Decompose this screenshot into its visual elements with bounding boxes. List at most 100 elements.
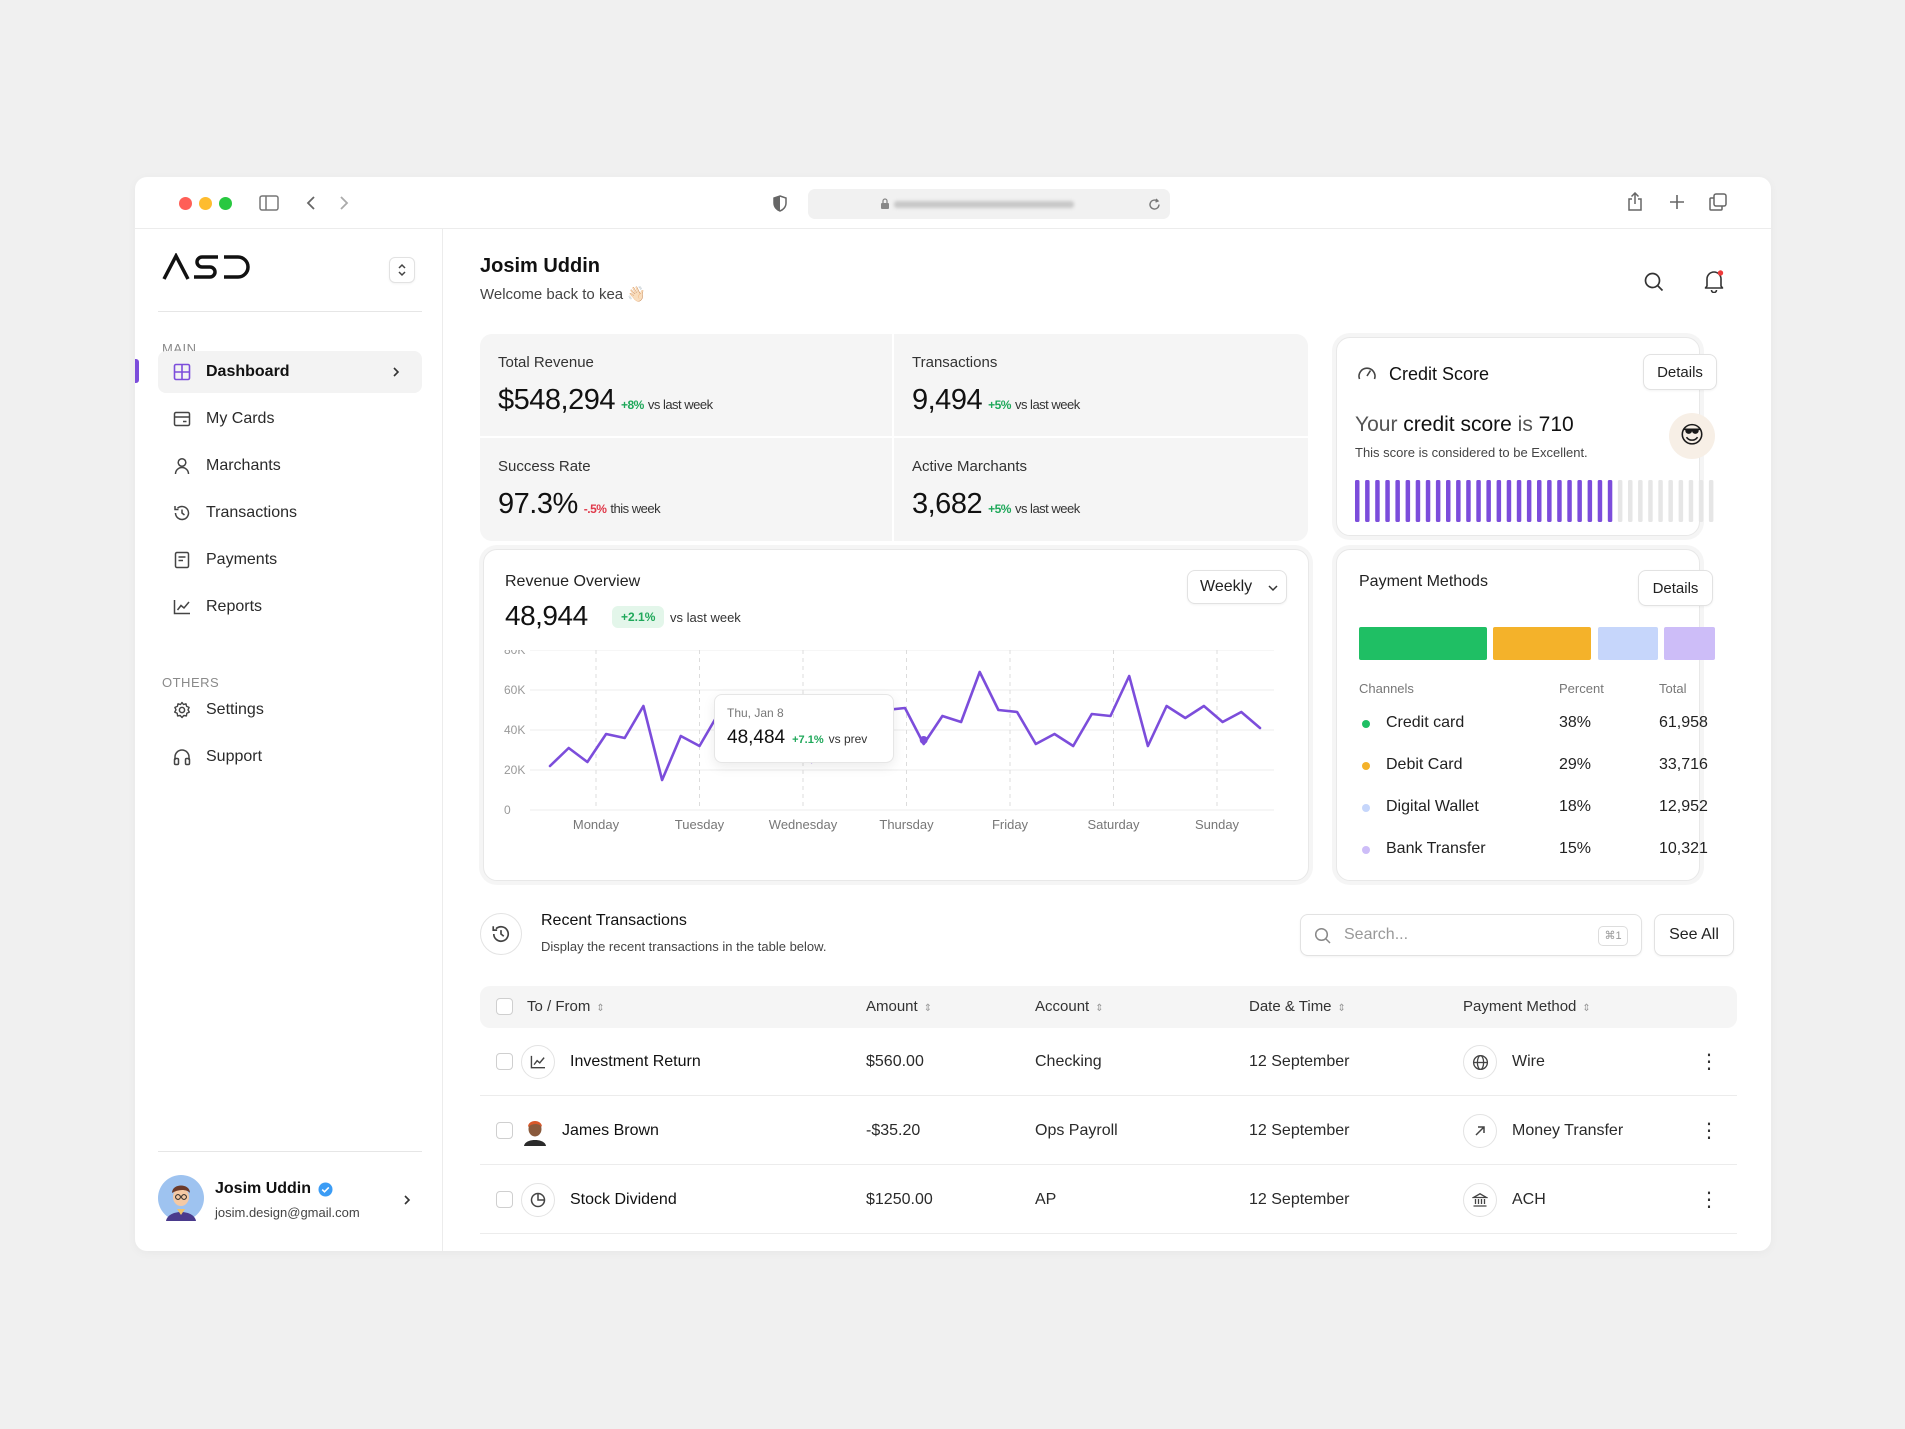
minimize-window-button[interactable] bbox=[199, 197, 212, 210]
score-meter-bar bbox=[1385, 480, 1390, 522]
sidebar-item-my-cards[interactable]: My Cards bbox=[158, 398, 422, 440]
row-checkbox[interactable] bbox=[496, 1053, 513, 1070]
sidebar-item-label: Reports bbox=[206, 598, 263, 615]
score-meter-bar bbox=[1405, 480, 1411, 522]
channel-name: Digital Wallet bbox=[1386, 798, 1479, 815]
row-checkbox[interactable] bbox=[496, 1191, 513, 1208]
credit-score-title: Credit Score bbox=[1389, 364, 1490, 384]
row-account: Checking bbox=[1035, 1053, 1102, 1070]
bell-icon[interactable] bbox=[1703, 269, 1725, 293]
table-row[interactable]: Investment Return $560.00 Checking 12 Se… bbox=[480, 1028, 1737, 1096]
close-window-button[interactable] bbox=[179, 197, 192, 210]
sidebar-item-settings[interactable]: Settings bbox=[158, 689, 422, 731]
sidebar-item-marchants[interactable]: Marchants bbox=[158, 445, 422, 487]
score-meter-bar bbox=[1456, 480, 1461, 522]
y-tick-label: 60K bbox=[504, 683, 525, 697]
asd-logo[interactable] bbox=[162, 253, 252, 281]
row-checkbox[interactable] bbox=[496, 1122, 513, 1139]
channel-name: Bank Transfer bbox=[1386, 840, 1486, 857]
stat-card-success-rate: Success Rate 97.3% -.5% this week bbox=[480, 438, 892, 541]
revenue-overview-card: Revenue Overview 48,944 +2.1% vs last we… bbox=[483, 549, 1309, 881]
profile-card[interactable]: Josim Uddin josim.design@gmail.com bbox=[158, 1169, 422, 1229]
sidebar: MAIN Dashboard My Cards Marchants Transa… bbox=[135, 229, 443, 1251]
bank-icon bbox=[1472, 1193, 1488, 1207]
legend-dot bbox=[1362, 846, 1370, 854]
search-icon[interactable] bbox=[1643, 271, 1665, 293]
share-icon[interactable] bbox=[1627, 192, 1643, 212]
row-more-icon[interactable]: ⋮ bbox=[1699, 1166, 1719, 1234]
grid-icon bbox=[173, 363, 191, 381]
tooltip-date: Thu, Jan 8 bbox=[727, 706, 784, 720]
legend-dot bbox=[1362, 804, 1370, 812]
shield-icon[interactable] bbox=[773, 195, 787, 212]
new-tab-icon[interactable] bbox=[1669, 194, 1685, 210]
score-meter-bar bbox=[1617, 480, 1623, 522]
forward-icon[interactable] bbox=[338, 195, 350, 211]
column-header-date-time[interactable]: Date & Time ⇕ bbox=[1249, 986, 1346, 1028]
score-meter-bar bbox=[1395, 480, 1400, 522]
column-header-payment-method[interactable]: Payment Method ⇕ bbox=[1463, 986, 1591, 1028]
stat-sub: this week bbox=[610, 501, 661, 516]
sort-icon: ⇕ bbox=[1095, 1003, 1104, 1014]
column-label: To / From bbox=[527, 998, 591, 1015]
score-meter-bar bbox=[1486, 480, 1491, 522]
period-select[interactable]: Weekly bbox=[1187, 570, 1287, 604]
score-meter-bar bbox=[1446, 480, 1451, 522]
row-more-icon[interactable]: ⋮ bbox=[1699, 1028, 1719, 1096]
table-row[interactable]: Stock Dividend $1250.00 AP 12 September … bbox=[480, 1166, 1737, 1234]
table-header: To / From ⇕ Amount ⇕ Account ⇕ Date & Time ⇕… bbox=[480, 986, 1737, 1028]
payment-segment bbox=[1493, 627, 1592, 660]
sidebar-toggle-icon[interactable] bbox=[259, 195, 279, 211]
back-icon[interactable] bbox=[305, 195, 317, 211]
highlight-point[interactable] bbox=[919, 736, 928, 744]
reload-icon[interactable] bbox=[1148, 198, 1161, 211]
channel-percent: 38% bbox=[1559, 714, 1592, 731]
stat-title: Active Marchants bbox=[912, 458, 1028, 475]
score-meter-bar bbox=[1698, 480, 1704, 522]
revenue-delta-badge: +2.1% bbox=[612, 606, 665, 628]
stat-value: $548,294 bbox=[498, 384, 615, 416]
legend-dot bbox=[1362, 762, 1370, 770]
credit-details-button[interactable]: Details bbox=[1643, 354, 1717, 390]
row-more-icon[interactable]: ⋮ bbox=[1699, 1097, 1719, 1165]
credit-score-line: Your credit score is 710 bbox=[1355, 413, 1574, 437]
user-icon bbox=[174, 457, 190, 475]
globe-icon bbox=[1472, 1054, 1488, 1070]
select-all-checkbox[interactable] bbox=[496, 998, 513, 1015]
stat-card-transactions: Transactions 9,494 +5% vs last week bbox=[894, 334, 1308, 436]
column-header-to-from[interactable]: To / From ⇕ bbox=[527, 986, 605, 1028]
stat-value: 9,494 bbox=[912, 384, 983, 416]
score-meter-bar bbox=[1476, 480, 1481, 522]
payment-segment bbox=[1597, 627, 1659, 660]
score-meter-bar bbox=[1557, 480, 1562, 522]
sidebar-item-payments[interactable]: Payments bbox=[158, 539, 422, 581]
column-header-amount[interactable]: Amount ⇕ bbox=[866, 986, 932, 1028]
maximize-window-button[interactable] bbox=[219, 197, 232, 210]
address-bar[interactable] bbox=[808, 189, 1170, 219]
sidebar-item-support[interactable]: Support bbox=[158, 736, 422, 778]
workspace-switcher-button[interactable] bbox=[389, 257, 415, 283]
chevron-up-down-icon bbox=[398, 263, 406, 277]
score-meter-bar bbox=[1355, 480, 1360, 522]
sidebar-item-label: Dashboard bbox=[206, 363, 290, 380]
sidebar-item-reports[interactable]: Reports bbox=[158, 586, 422, 628]
row-method: Money Transfer bbox=[1512, 1122, 1624, 1139]
sidebar-item-transactions[interactable]: Transactions bbox=[158, 492, 422, 534]
row-amount: $560.00 bbox=[866, 1053, 924, 1070]
search-field[interactable]: Search... ⌘1 bbox=[1300, 914, 1642, 956]
channel-name: Debit Card bbox=[1386, 756, 1463, 773]
tabs-overview-icon[interactable] bbox=[1709, 193, 1727, 211]
row-name: Investment Return bbox=[570, 1053, 701, 1070]
method-icon-badge bbox=[1463, 1114, 1497, 1148]
sidebar-item-dashboard[interactable]: Dashboard bbox=[158, 351, 422, 393]
column-header-account[interactable]: Account ⇕ bbox=[1035, 986, 1104, 1028]
method-icon-badge bbox=[1463, 1183, 1497, 1217]
row-account: Ops Payroll bbox=[1035, 1122, 1118, 1139]
sort-icon: ⇕ bbox=[1582, 1003, 1591, 1014]
tooltip-value: 48,484 bbox=[727, 727, 786, 748]
score-meter-bar bbox=[1537, 480, 1542, 522]
payment-details-button[interactable]: Details bbox=[1638, 570, 1713, 606]
table-row[interactable]: James Brown -$35.20 Ops Payroll 12 Septe… bbox=[480, 1097, 1737, 1165]
x-tick-label: Sunday bbox=[1195, 817, 1240, 832]
see-all-button[interactable]: See All bbox=[1654, 914, 1734, 956]
